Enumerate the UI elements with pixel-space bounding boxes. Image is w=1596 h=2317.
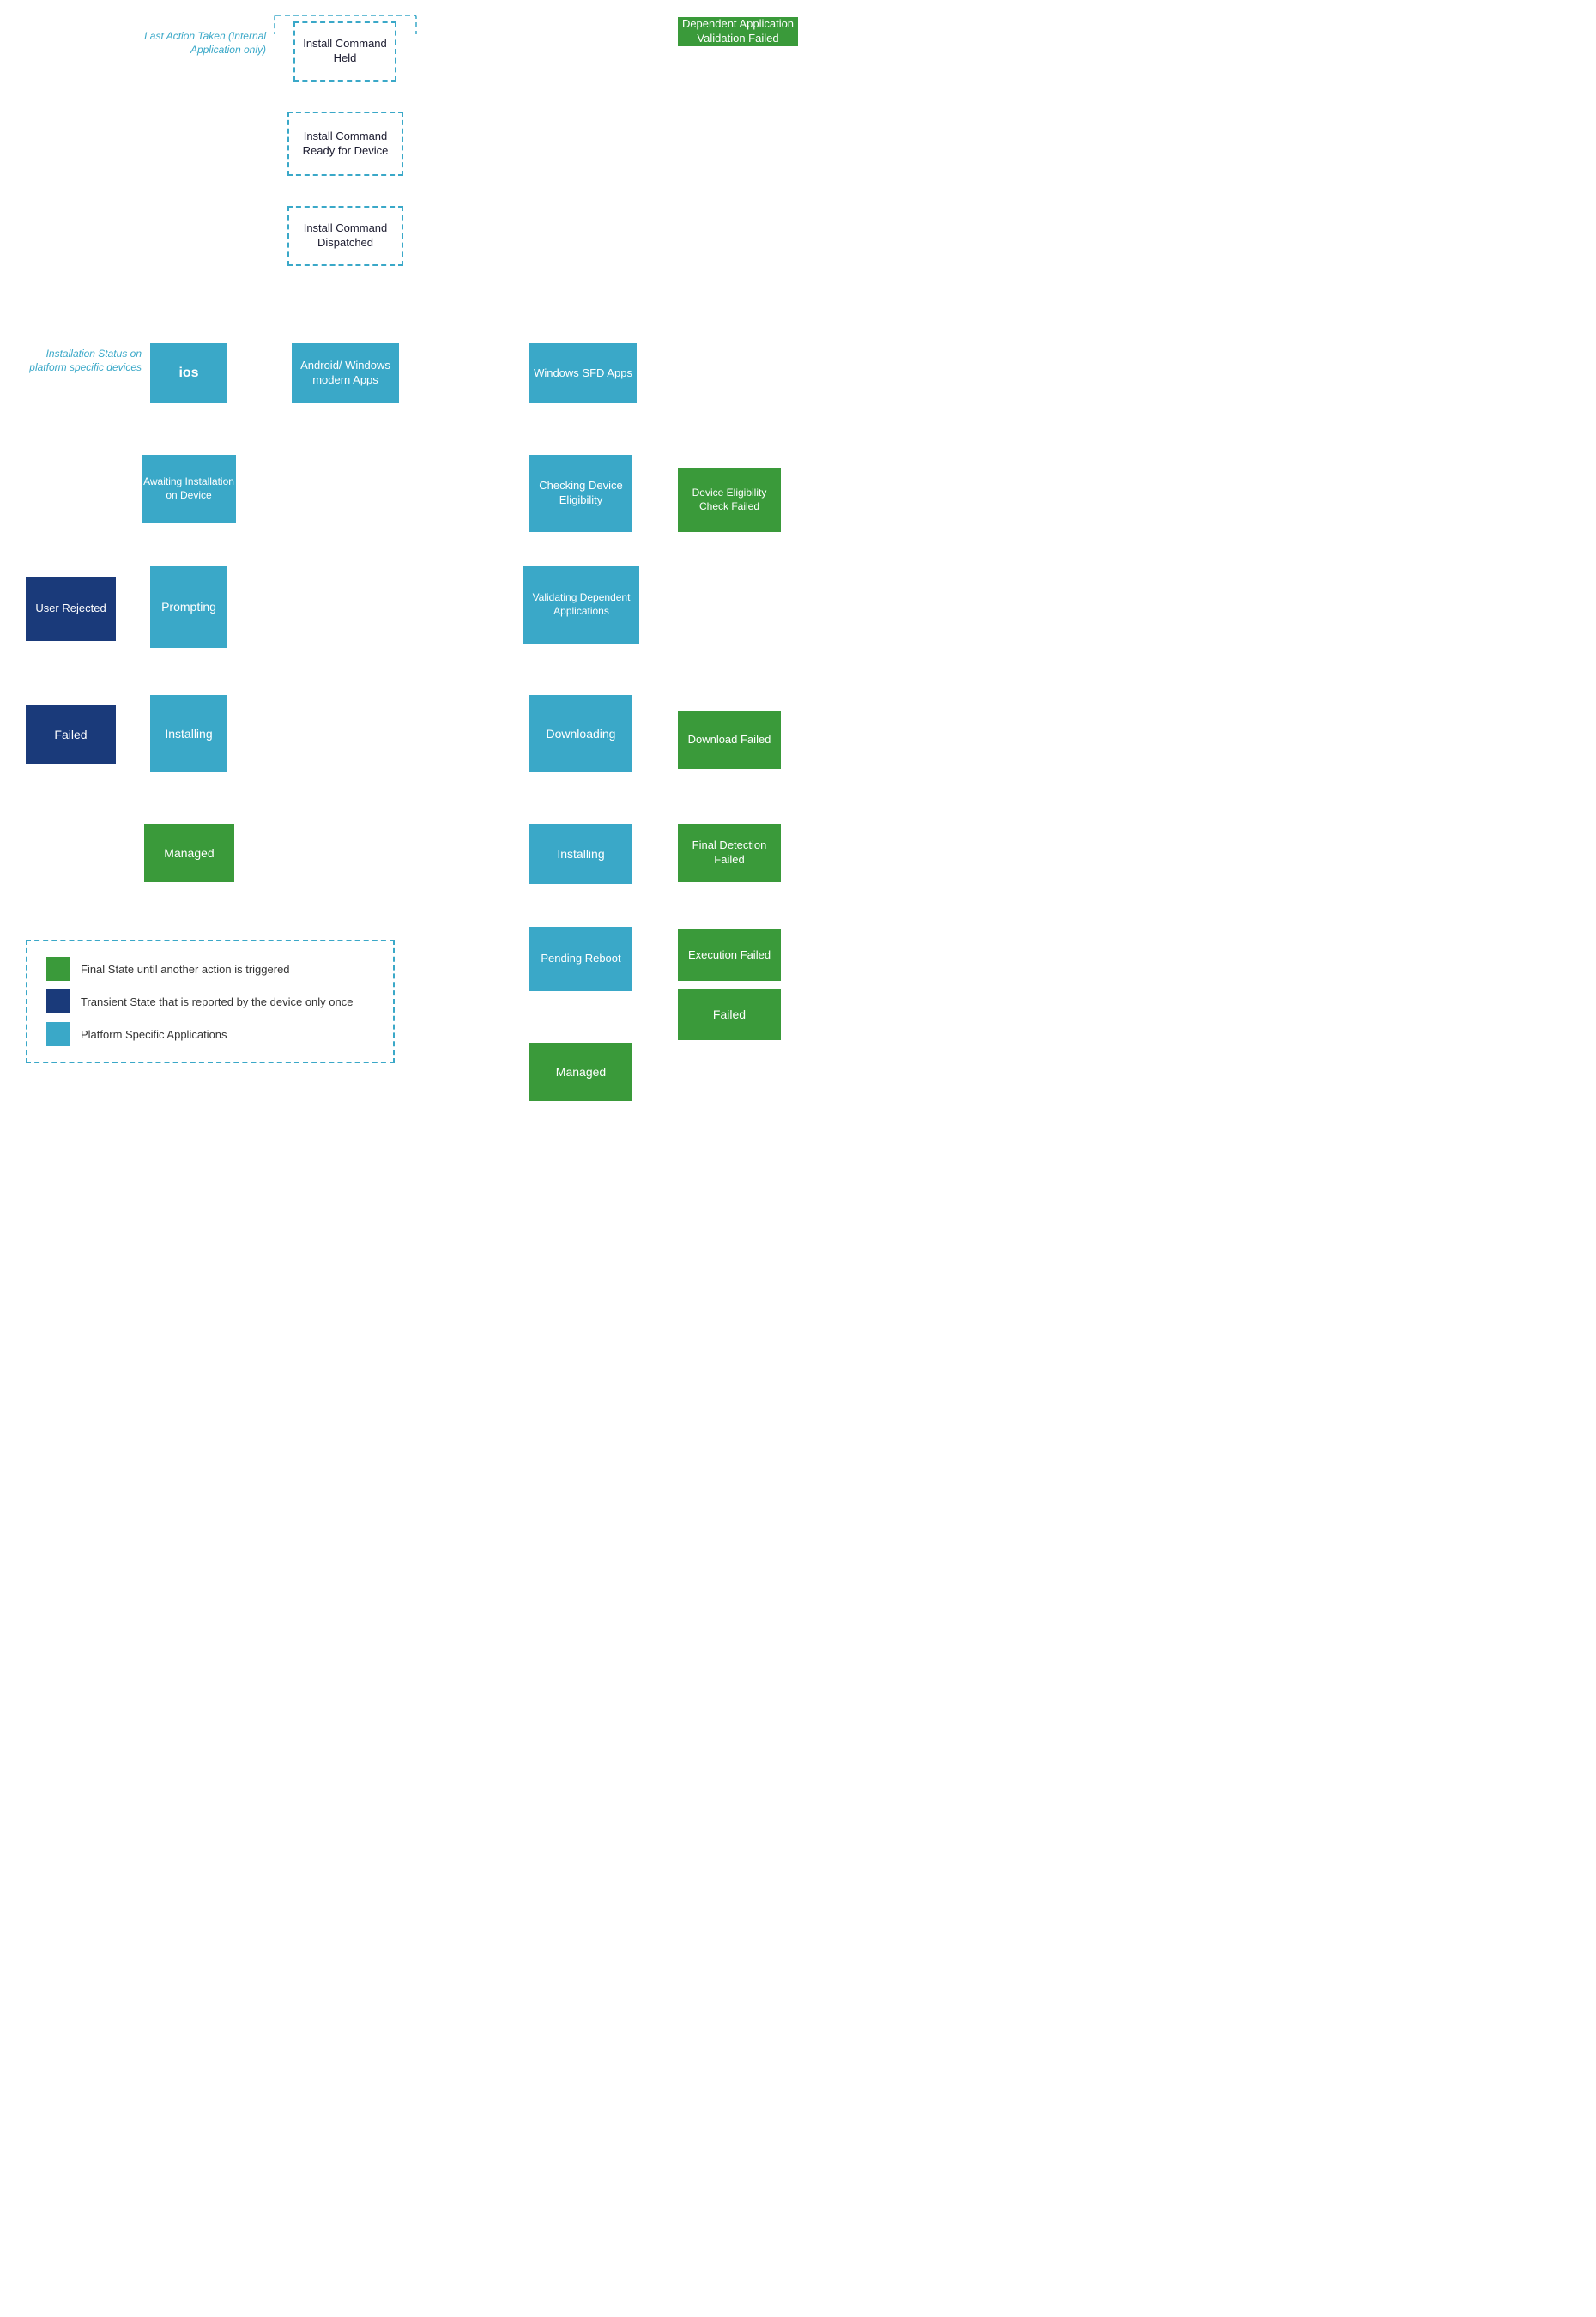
legend: Final State until another action is trig…	[26, 940, 395, 1063]
legend-item-light-blue: Platform Specific Applications	[46, 1022, 374, 1046]
legend-dark-blue-label: Transient State that is reported by the …	[81, 995, 353, 1008]
box-final-detection-failed: Final Detection Failed	[678, 824, 781, 882]
box-downloading: Downloading	[529, 695, 632, 772]
box-device-eligibility-failed: Device Eligibility Check Failed	[678, 468, 781, 532]
legend-item-dark-blue: Transient State that is reported by the …	[46, 989, 374, 1013]
box-user-rejected: User Rejected	[26, 577, 116, 641]
box-installing-ios: Installing	[150, 695, 227, 772]
legend-green-label: Final State until another action is trig…	[81, 963, 290, 976]
box-checking-eligibility: Checking Device Eligibility	[529, 455, 632, 532]
box-validating-deps: Validating Dependent Applications	[523, 566, 639, 644]
box-download-failed: Download Failed	[678, 711, 781, 769]
legend-light-blue-swatch	[46, 1022, 70, 1046]
box-prompting: Prompting	[150, 566, 227, 648]
box-install-dispatched: Install Command Dispatched	[287, 206, 403, 266]
box-windows-sfd: Windows SFD Apps	[529, 343, 637, 403]
box-managed-win: Managed	[529, 1043, 632, 1101]
box-dep-app-validation-failed: Dependent Application Validation Failed	[678, 17, 798, 46]
annotation-last-action: Last Action Taken (Internal Application …	[133, 30, 266, 57]
legend-dark-blue-swatch	[46, 989, 70, 1013]
box-install-ready: Install Command Ready for Device	[287, 112, 403, 176]
box-install-held: Install Command Held	[293, 21, 396, 82]
box-ios: ios	[150, 343, 227, 403]
legend-green-swatch	[46, 957, 70, 981]
box-installing-win: Installing	[529, 824, 632, 884]
annotation-install-status: Installation Status on platform specific…	[26, 348, 142, 374]
box-android-windows: Android/ Windows modern Apps	[292, 343, 399, 403]
box-execution-failed: Execution Failed	[678, 929, 781, 981]
legend-item-green: Final State until another action is trig…	[46, 957, 374, 981]
box-failed-ios: Failed	[26, 705, 116, 764]
box-pending-reboot: Pending Reboot	[529, 927, 632, 991]
box-failed-win: Failed	[678, 989, 781, 1040]
diagram-container: Last Action Taken (Internal Application …	[0, 0, 798, 34]
box-awaiting: Awaiting Installation on Device	[142, 455, 236, 523]
box-managed-ios: Managed	[144, 824, 234, 882]
legend-light-blue-label: Platform Specific Applications	[81, 1028, 227, 1041]
